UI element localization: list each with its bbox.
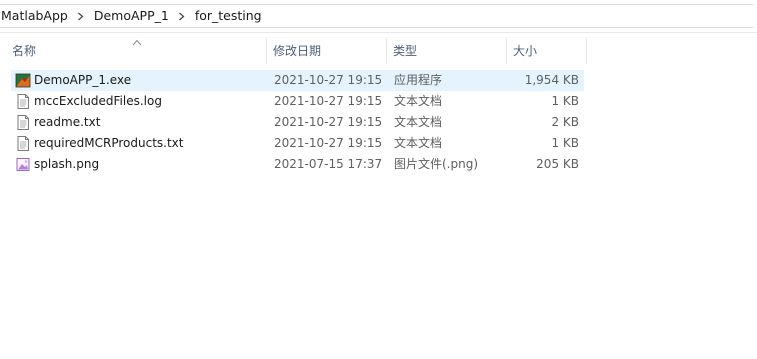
file-date: 2021-10-27 19:15 <box>274 94 383 108</box>
file-type: 文本文档 <box>394 115 443 129</box>
breadcrumb-item-demoapp[interactable]: DemoAPP_1 <box>90 5 173 27</box>
column-header-bar: 名称 修改日期 类型 大小 <box>0 38 588 64</box>
file-name: DemoAPP_1.exe <box>34 73 132 87</box>
file-type: 文本文档 <box>394 94 443 108</box>
file-type: 文本文档 <box>394 136 443 150</box>
file-date: 2021-10-27 19:15 <box>274 73 383 87</box>
file-date: 2021-10-27 19:15 <box>274 115 383 129</box>
breadcrumb-item-matlabapp[interactable]: MatlabApp <box>0 5 72 27</box>
text-document-icon <box>15 114 31 131</box>
column-header-type[interactable]: 类型 <box>387 38 507 64</box>
file-date: 2021-10-27 19:15 <box>274 136 383 150</box>
file-size: 1,954 KB <box>524 73 579 87</box>
file-row[interactable]: DemoAPP_1.exe 2021-10-27 19:15 应用程序 1,95… <box>0 70 757 91</box>
breadcrumb-item-for-testing[interactable]: for_testing <box>191 5 266 27</box>
file-explorer-window: MatlabApp DemoAPP_1 for_testing 名称 修改日期 … <box>0 0 757 359</box>
file-name: readme.txt <box>34 115 101 129</box>
file-row[interactable]: splash.png 2021-07-15 17:37 图片文件(.png) 2… <box>0 154 757 175</box>
file-date: 2021-07-15 17:37 <box>274 157 383 171</box>
text-document-icon <box>15 93 31 110</box>
file-size: 1 KB <box>551 94 579 108</box>
file-size: 1 KB <box>551 136 579 150</box>
file-list: DemoAPP_1.exe 2021-10-27 19:15 应用程序 1,95… <box>0 70 757 175</box>
text-document-icon <box>15 135 31 152</box>
file-name: requiredMCRProducts.txt <box>34 136 184 150</box>
matlab-app-icon <box>15 72 31 89</box>
file-type: 图片文件(.png) <box>394 157 479 171</box>
breadcrumb[interactable]: MatlabApp DemoAPP_1 for_testing <box>0 4 753 28</box>
file-size: 2 KB <box>551 115 579 129</box>
image-file-icon <box>15 156 31 173</box>
column-header-date[interactable]: 修改日期 <box>267 38 387 64</box>
file-name: splash.png <box>34 157 100 171</box>
file-row[interactable]: readme.txt 2021-10-27 19:15 文本文档 2 KB <box>0 112 757 133</box>
file-row[interactable]: mccExcludedFiles.log 2021-10-27 19:15 文本… <box>0 91 757 112</box>
chevron-right-icon[interactable] <box>173 5 191 27</box>
file-size: 205 KB <box>536 157 579 171</box>
column-header-size[interactable]: 大小 <box>507 38 587 64</box>
chevron-right-icon[interactable] <box>72 5 90 27</box>
address-bar: MatlabApp DemoAPP_1 for_testing <box>0 0 757 33</box>
file-type: 应用程序 <box>394 73 443 87</box>
file-name: mccExcludedFiles.log <box>34 94 162 108</box>
column-header-name[interactable]: 名称 <box>6 38 267 64</box>
file-row[interactable]: requiredMCRProducts.txt 2021-10-27 19:15… <box>0 133 757 154</box>
